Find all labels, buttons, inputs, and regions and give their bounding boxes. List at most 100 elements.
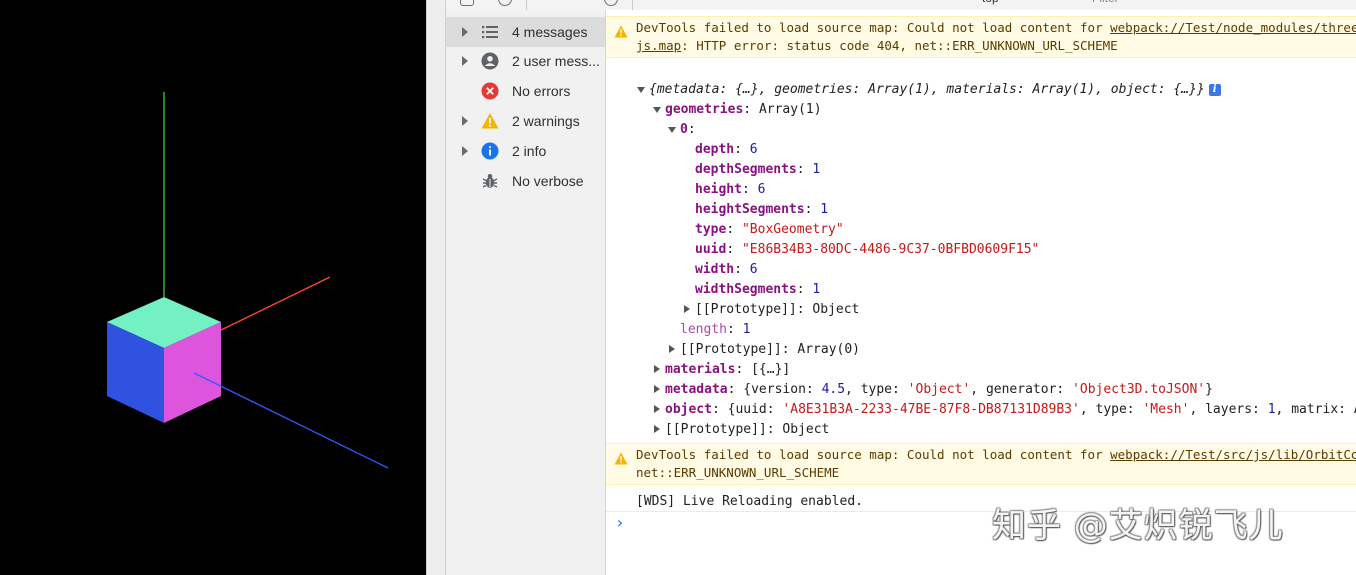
tree-row-property: depth: 6 <box>695 140 758 160</box>
sidebar-item-messages[interactable]: 4 messages <box>446 17 605 47</box>
sidebar-item-verbose[interactable]: No verbose <box>446 166 605 196</box>
property-key: type <box>695 222 727 237</box>
toolbar-divider <box>632 0 633 10</box>
panel-splitter[interactable] <box>426 0 446 575</box>
tree-row-object[interactable]: object: {uuid: 'A8E31B3A-2233-47BE-87F8-… <box>665 400 1356 420</box>
scene-canvas[interactable] <box>0 0 426 575</box>
clear-console-icon[interactable] <box>498 0 512 6</box>
console-messages[interactable]: DevTools failed to load source map: Coul… <box>606 10 1356 575</box>
threejs-viewport[interactable] <box>0 0 426 575</box>
tree-row-array-prototype[interactable]: [[Prototype]]: Array(0) <box>680 340 860 360</box>
property-value: [{…}] <box>751 362 791 377</box>
expand-arrow-icon[interactable] <box>462 27 468 37</box>
info-icon <box>481 142 499 160</box>
warning-line-2: net::ERR_UNKNOWN_URL_SCHEME <box>636 465 840 480</box>
property-key: materials <box>665 362 736 377</box>
object-summary-text: {metadata: {…}, geometries: Array(1), ma… <box>649 82 1205 97</box>
expand-arrow-icon[interactable] <box>462 146 468 156</box>
property-separator: : <box>726 242 742 257</box>
expand-arrow-icon[interactable] <box>669 345 675 353</box>
tree-row-property: depthSegments: 1 <box>695 160 820 180</box>
eye-icon[interactable] <box>604 0 618 6</box>
property-value: 1 <box>820 202 829 217</box>
property-key: widthSegments <box>695 282 797 297</box>
preview-string: 'Object' <box>907 382 971 397</box>
preview-text: {uuid: <box>727 402 783 417</box>
source-map-link-continued[interactable]: js.map <box>636 38 681 53</box>
warning-line-2: js.map: HTTP error: status code 404, net… <box>636 37 1118 55</box>
property-key: object <box>665 402 712 417</box>
toolbar-divider <box>526 0 527 10</box>
expand-arrow-icon[interactable] <box>654 385 660 393</box>
source-map-link[interactable]: webpack://Test/node_modules/three/build/… <box>1110 20 1356 35</box>
expand-arrow-icon[interactable] <box>684 305 690 313</box>
console-log-message: [WDS] Live Reloading enabled. <box>636 494 863 509</box>
warning-text: : HTTP error: status code 404, net::ERR_… <box>681 38 1118 53</box>
expand-arrow-icon[interactable] <box>654 365 660 373</box>
property-value: 6 <box>749 262 758 277</box>
property-key: uuid <box>695 242 727 257</box>
property-key: height <box>695 182 742 197</box>
context-selector[interactable]: top <box>982 0 999 5</box>
warning-text: DevTools failed to load source map: Coul… <box>636 20 1111 35</box>
preview-number: 1 <box>1267 402 1276 417</box>
console-prompt-icon[interactable]: › <box>615 513 625 532</box>
object-summary[interactable]: {metadata: {…}, geometries: Array(1), ma… <box>649 80 1221 100</box>
sidebar-item-label: 2 user mess... <box>512 53 600 69</box>
property-value: Array(1) <box>758 102 822 117</box>
collapse-arrow-icon[interactable] <box>668 127 676 133</box>
tree-row-property: uuid: "E86B34B3-80DC-4486-9C37-0BFBD0609… <box>695 240 1039 260</box>
property-key: heightSegments <box>695 202 805 217</box>
sidebar-item-user-messages[interactable]: 2 user mess... <box>446 46 605 76</box>
x-axis-line <box>218 276 331 332</box>
preview-text: {version: <box>743 382 822 397</box>
warning-text: DevTools failed to load source map: Coul… <box>636 447 1111 462</box>
info-badge-icon[interactable]: i <box>1208 84 1221 96</box>
property-value: 1 <box>742 322 751 337</box>
property-value: "E86B34B3-80DC-4486-9C37-0BFBD0609F15" <box>741 242 1040 257</box>
user-icon <box>481 52 499 70</box>
preview-string: 'Object3D.toJSON' <box>1072 382 1206 397</box>
tree-row-property: heightSegments: 1 <box>695 200 828 220</box>
property-key: metadata <box>665 382 728 397</box>
tree-row-metadata[interactable]: metadata: {version: 4.5, type: 'Object',… <box>665 380 1213 400</box>
preview-text: , type: <box>845 382 908 397</box>
tree-row-property: height: 6 <box>695 180 765 200</box>
tree-row-materials[interactable]: materials: [{…}] <box>665 360 790 380</box>
collapse-arrow-icon[interactable] <box>637 87 645 93</box>
expand-arrow-icon[interactable] <box>654 425 660 433</box>
collapse-arrow-icon[interactable] <box>653 107 661 113</box>
tree-row-index-0[interactable]: 0: <box>680 120 696 140</box>
filter-input[interactable] <box>1092 0 1356 5</box>
tree-row-property: type: "BoxGeometry" <box>695 220 844 240</box>
warning-icon <box>481 113 499 129</box>
console-sidebar: 4 messages 2 user mess... No errors 2 wa… <box>446 10 606 575</box>
warning-icon <box>614 25 628 38</box>
property-key: 0 <box>680 122 688 137</box>
expand-arrow-icon[interactable] <box>462 116 468 126</box>
tree-row-geometries[interactable]: geometries: Array(1) <box>665 100 822 120</box>
list-icon <box>482 26 498 39</box>
preview-text: } <box>1205 382 1213 397</box>
preview-text: , generator: <box>970 382 1073 397</box>
sidebar-toggle-icon[interactable] <box>460 0 474 6</box>
property-separator: : <box>734 142 750 157</box>
property-value: 6 <box>757 182 766 197</box>
property-separator: : <box>796 282 813 297</box>
sidebar-item-warnings[interactable]: 2 warnings <box>446 106 605 136</box>
sidebar-item-label: 2 warnings <box>512 113 580 129</box>
sidebar-item-label: No verbose <box>512 173 584 189</box>
bug-icon <box>482 174 498 188</box>
tree-row-inner-prototype[interactable]: [[Prototype]]: Object <box>695 300 859 320</box>
sidebar-item-label: No errors <box>512 83 571 99</box>
warning-line-1: DevTools failed to load source map: Coul… <box>636 446 1356 464</box>
property-separator: : <box>741 182 758 197</box>
warning-line-1: DevTools failed to load source map: Coul… <box>636 19 1356 37</box>
sidebar-item-errors[interactable]: No errors <box>446 76 605 106</box>
source-map-link[interactable]: webpack://Test/src/js/lib/OrbitControls.… <box>1110 447 1356 462</box>
expand-arrow-icon[interactable] <box>654 405 660 413</box>
z-axis-line <box>193 372 389 469</box>
sidebar-item-info[interactable]: 2 info <box>446 136 605 166</box>
expand-arrow-icon[interactable] <box>462 56 468 66</box>
tree-row-root-prototype[interactable]: [[Prototype]]: Object <box>665 420 829 440</box>
